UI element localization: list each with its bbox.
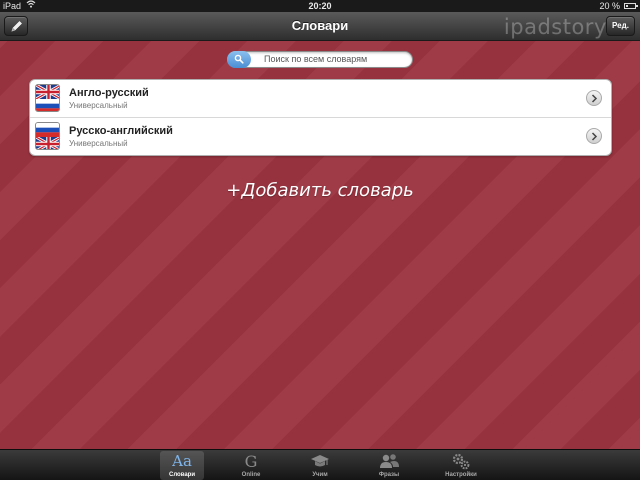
battery-icon [624,3,638,9]
dictionary-name: Русско-английский [69,125,173,137]
gears-icon [439,453,483,470]
dictionary-list: Англо-русский Универсальный Русско-англи… [29,79,612,156]
uk-flag-icon [36,85,59,99]
tab-bar: Aa Словари G Online Учим Фразы Настройки [0,449,640,480]
search-input[interactable]: Поиск по всем словарям [227,51,413,68]
google-g-icon: G [244,452,258,471]
tab-label: Фразы [378,472,400,478]
uk-flag-icon [36,137,59,149]
flags-icon [35,84,60,112]
tab-label: Online [241,472,261,478]
graduation-cap-icon [298,453,342,470]
page-title: Словари [291,18,349,33]
dictionary-row-ru-en[interactable]: Русско-английский Универсальный [30,117,611,155]
dictionary-row-en-ru[interactable]: Англо-русский Универсальный [30,80,611,117]
russia-flag-icon [36,99,59,111]
battery-percent: 20 % [599,1,620,11]
status-bar: iPad 20:20 20 % [0,0,640,12]
tab-label: Словари [168,472,196,478]
edit-button[interactable]: Ред. [606,16,635,36]
font-aa-icon: Aa [172,452,192,470]
add-dictionary-button[interactable]: +Добавить словарь [0,180,640,201]
dictionary-screen: iPad 20:20 20 % Словари ipadstory.ru Ред… [0,0,640,480]
tab-phrases[interactable]: Фразы [367,451,411,480]
russia-flag-icon [36,123,59,137]
tab-label: Учим [312,472,328,478]
clock: 20:20 [308,1,332,11]
tab-settings[interactable]: Настройки [439,451,483,480]
people-icon [367,453,411,470]
chevron-right-icon[interactable] [586,128,602,144]
dictionary-subtitle: Универсальный [69,139,128,148]
chevron-right-icon[interactable] [586,90,602,106]
search-placeholder: Поиск по всем словарям [264,54,368,64]
tab-learn[interactable]: Учим [298,451,342,480]
dictionary-subtitle: Универсальный [69,101,128,110]
navigation-bar: Словари ipadstory.ru Ред. [0,12,640,41]
dictionary-name: Англо-русский [69,87,149,99]
search-icon [227,51,251,68]
tab-online[interactable]: G Online [229,451,273,480]
tab-label: Настройки [445,472,477,478]
flags-icon [35,122,60,150]
tab-dictionaries[interactable]: Aa Словари [160,451,204,480]
